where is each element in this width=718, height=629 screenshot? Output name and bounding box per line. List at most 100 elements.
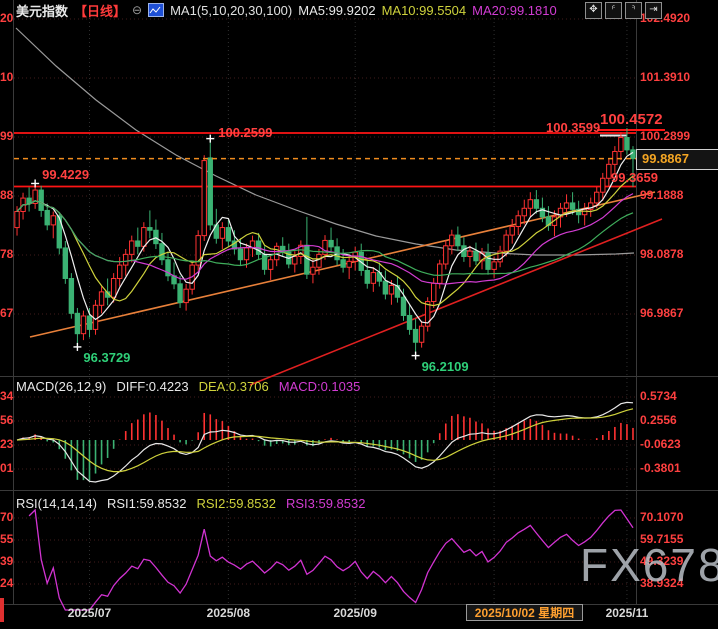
- candle-body: [110, 277, 117, 298]
- y-axis-label: 101.3910: [640, 70, 691, 84]
- level-price-label: 100.3599: [546, 120, 601, 135]
- candle-body: [630, 149, 636, 160]
- y-axis-label-clipped: 55: [0, 532, 14, 546]
- candle-body: [430, 282, 437, 303]
- candle-body: [74, 312, 81, 335]
- ma10-value: MA10:99.5504: [381, 2, 467, 18]
- candle-body: [581, 208, 588, 216]
- y-axis-label-clipped: 01: [0, 461, 14, 475]
- chart-canvas[interactable]: [0, 0, 718, 629]
- candle-body: [243, 247, 250, 261]
- candle-body: [563, 202, 570, 209]
- candle-body: [267, 259, 274, 270]
- rsi-line: [28, 508, 634, 611]
- chart-header: 美元指数 【日线】 ⊖ MA1(5,10,20,30,100) MA5:99.920…: [16, 2, 557, 19]
- candle-body: [316, 253, 322, 268]
- y-axis-label: -0.3801: [640, 461, 681, 475]
- ma-settings-label[interactable]: MA1(5,10,20,30,100): [170, 3, 292, 18]
- ma100-line: [15, 27, 635, 256]
- candle-body: [62, 247, 69, 279]
- rsi2-value: RSI2:59.8532: [196, 496, 276, 511]
- candle-body: [141, 227, 147, 247]
- chart-toolbar: ✥ ⸄ ⸅ ⇥: [585, 2, 662, 19]
- y-axis-label-clipped: 34: [0, 389, 14, 403]
- candle-body: [328, 239, 334, 248]
- candle-body: [346, 260, 352, 268]
- y-axis-label-clipped: 70: [0, 510, 14, 524]
- rsi-header: RSI(14,14,14) RSI1:59.8532 RSI2:59.8532 …: [16, 496, 365, 511]
- candle-body: [183, 288, 189, 304]
- extreme-price-label: 96.2109: [421, 358, 469, 374]
- fx678-watermark: FX678: [580, 539, 718, 591]
- level-price-label: 99.3659: [611, 170, 658, 185]
- candle-body: [364, 269, 370, 284]
- indicator-icon[interactable]: [148, 3, 165, 17]
- shift-right-icon[interactable]: ⇥: [645, 2, 662, 19]
- candle-body: [201, 160, 207, 237]
- candle-body: [68, 277, 75, 314]
- candle-body: [594, 191, 600, 204]
- last-price-value: 99.8867: [642, 151, 689, 166]
- y-axis-label: 99.1888: [640, 188, 684, 202]
- candle-body: [382, 280, 389, 295]
- candle-body: [412, 328, 419, 343]
- candle-body: [388, 284, 395, 295]
- y-axis-label-clipped: 78: [0, 247, 14, 261]
- candle-body: [533, 199, 540, 209]
- candle-body: [340, 259, 346, 268]
- candle-body: [467, 250, 473, 258]
- ma5-value: MA5:99.9202: [298, 2, 376, 18]
- candle-body: [521, 207, 527, 217]
- candle-body: [449, 234, 455, 247]
- pan-icon[interactable]: ✥: [585, 2, 602, 19]
- y-axis-label-clipped: 10: [0, 70, 14, 84]
- candle-body: [207, 157, 213, 226]
- candle-body: [98, 291, 105, 306]
- rsi-name[interactable]: RSI(14,14,14): [16, 496, 97, 511]
- zoom-axis-right-icon[interactable]: ⸅: [625, 2, 642, 19]
- dollar-index-chart-app: 美元指数 【日线】 ⊖ MA1(5,10,20,30,100) MA5:99.920…: [0, 0, 718, 629]
- candle-body: [527, 199, 534, 209]
- extreme-price-label: 100.2599: [218, 124, 273, 140]
- last-price-box: 99.8867: [636, 149, 718, 170]
- scrollbar-handle[interactable]: [0, 598, 4, 622]
- y-axis-label-clipped: 88: [0, 188, 14, 202]
- candle-body: [600, 177, 606, 193]
- candle-body: [92, 304, 99, 330]
- candle-body: [237, 248, 244, 261]
- candle-body: [147, 227, 153, 231]
- y-axis-label: 0.2556: [640, 413, 677, 427]
- collapse-icon[interactable]: ⊖: [132, 3, 142, 17]
- candle-body: [509, 226, 515, 236]
- candle-body: [310, 266, 316, 275]
- ma20-value: MA20:99.1810: [472, 2, 557, 18]
- candle-body: [225, 227, 232, 242]
- y-axis-label-clipped: 99: [0, 129, 14, 143]
- extreme-price-label: 96.3729: [83, 349, 131, 365]
- highest-price-label: 100.4572: [600, 111, 663, 128]
- y-axis-label: 100.2899: [640, 129, 691, 143]
- candle-body: [473, 250, 479, 262]
- y-axis-label-clipped: 20: [0, 11, 14, 25]
- macd-name[interactable]: MACD(26,12,9): [16, 379, 106, 394]
- candle-body: [443, 245, 449, 265]
- candle-body: [418, 325, 425, 343]
- macd-macd-value: MACD:0.1035: [278, 379, 361, 394]
- y-axis-label: 0.5734: [640, 389, 677, 403]
- candle-body: [437, 263, 443, 284]
- extreme-price-label: 99.4229: [42, 167, 90, 183]
- x-axis-label: 2025/09: [333, 606, 377, 620]
- candle-body: [135, 240, 141, 247]
- candle-body: [44, 209, 50, 226]
- candle-body: [292, 256, 298, 265]
- y-axis-label: -0.0623: [640, 437, 681, 451]
- macd-header: MACD(26,12,9) DIFF:0.4223 DEA:0.3706 MAC…: [16, 379, 360, 394]
- candle-body: [123, 253, 129, 266]
- candle-body: [153, 229, 159, 245]
- macd-dea-value: DEA:0.3706: [198, 379, 269, 394]
- zoom-axis-left-icon[interactable]: ⸄: [605, 2, 622, 19]
- candle-body: [618, 137, 624, 152]
- candle-body: [455, 234, 461, 247]
- candle-body: [116, 264, 123, 279]
- candle-body: [14, 210, 20, 229]
